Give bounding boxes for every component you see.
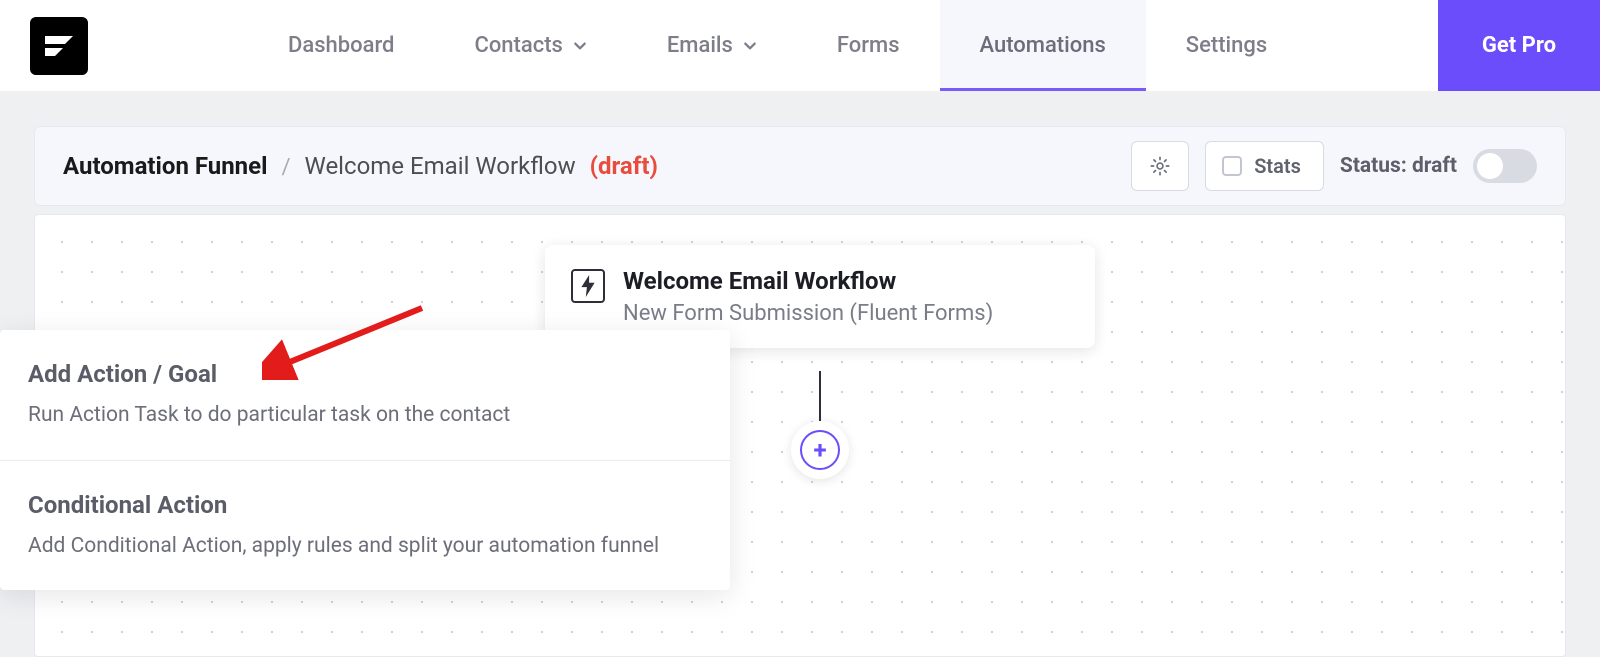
get-pro-label: Get Pro — [1482, 33, 1556, 58]
nav-label: Contacts — [474, 33, 562, 58]
breadcrumb: Automation Funnel / Welcome Email Workfl… — [63, 152, 658, 180]
plus-icon: + — [800, 430, 840, 470]
nav-label: Settings — [1186, 33, 1267, 58]
nav-label: Dashboard — [288, 33, 394, 58]
breadcrumb-sep: / — [281, 155, 290, 180]
popup-item-title: Add Action / Goal — [28, 360, 702, 388]
workflow-toolbar: Automation Funnel / Welcome Email Workfl… — [34, 126, 1566, 206]
nav-forms[interactable]: Forms — [797, 0, 940, 91]
nav-label: Forms — [837, 33, 900, 58]
get-pro-button[interactable]: Get Pro — [1438, 0, 1600, 91]
connector-line — [819, 371, 821, 423]
toggle-knob — [1477, 153, 1503, 179]
add-step-button[interactable]: + — [791, 421, 849, 479]
logo-icon — [41, 28, 77, 64]
chevron-down-icon — [573, 39, 587, 53]
chevron-down-icon — [743, 39, 757, 53]
breadcrumb-root[interactable]: Automation Funnel — [63, 152, 267, 180]
add-step-popup: Add Action / Goal Run Action Task to do … — [0, 330, 730, 590]
nav-label: Emails — [667, 33, 733, 58]
gear-icon — [1149, 155, 1171, 177]
breadcrumb-workflow-name: Welcome Email Workflow — [305, 152, 576, 180]
popup-item-add-action[interactable]: Add Action / Goal Run Action Task to do … — [0, 330, 730, 460]
popup-item-title: Conditional Action — [28, 491, 702, 519]
node-title: Welcome Email Workflow — [623, 267, 993, 295]
popup-item-desc: Add Conditional Action, apply rules and … — [28, 531, 702, 563]
popup-item-conditional-action[interactable]: Conditional Action Add Conditional Actio… — [0, 460, 730, 591]
nav-automations[interactable]: Automations — [940, 0, 1146, 91]
nav-items: Dashboard Contacts Emails Forms Automati… — [248, 0, 1307, 91]
top-nav: Dashboard Contacts Emails Forms Automati… — [0, 0, 1600, 92]
checkbox-icon — [1222, 156, 1242, 176]
popup-item-desc: Run Action Task to do particular task on… — [28, 400, 702, 432]
breadcrumb-draft-tag: (draft) — [590, 152, 658, 180]
lightning-icon — [571, 269, 605, 303]
nav-contacts[interactable]: Contacts — [434, 0, 626, 91]
settings-button[interactable] — [1131, 141, 1189, 191]
node-text: Welcome Email Workflow New Form Submissi… — [623, 267, 993, 326]
stats-toggle-button[interactable]: Stats — [1205, 141, 1324, 191]
node-subtitle: New Form Submission (Fluent Forms) — [623, 301, 993, 326]
status-label: Status: draft — [1340, 154, 1457, 178]
app-logo[interactable] — [30, 17, 88, 75]
status-toggle[interactable] — [1473, 149, 1537, 183]
nav-label: Automations — [980, 33, 1106, 58]
nav-emails[interactable]: Emails — [627, 0, 797, 91]
toolbar-right: Stats Status: draft — [1131, 141, 1537, 191]
nav-dashboard[interactable]: Dashboard — [248, 0, 434, 91]
nav-settings[interactable]: Settings — [1146, 0, 1307, 91]
stats-label: Stats — [1254, 154, 1301, 178]
